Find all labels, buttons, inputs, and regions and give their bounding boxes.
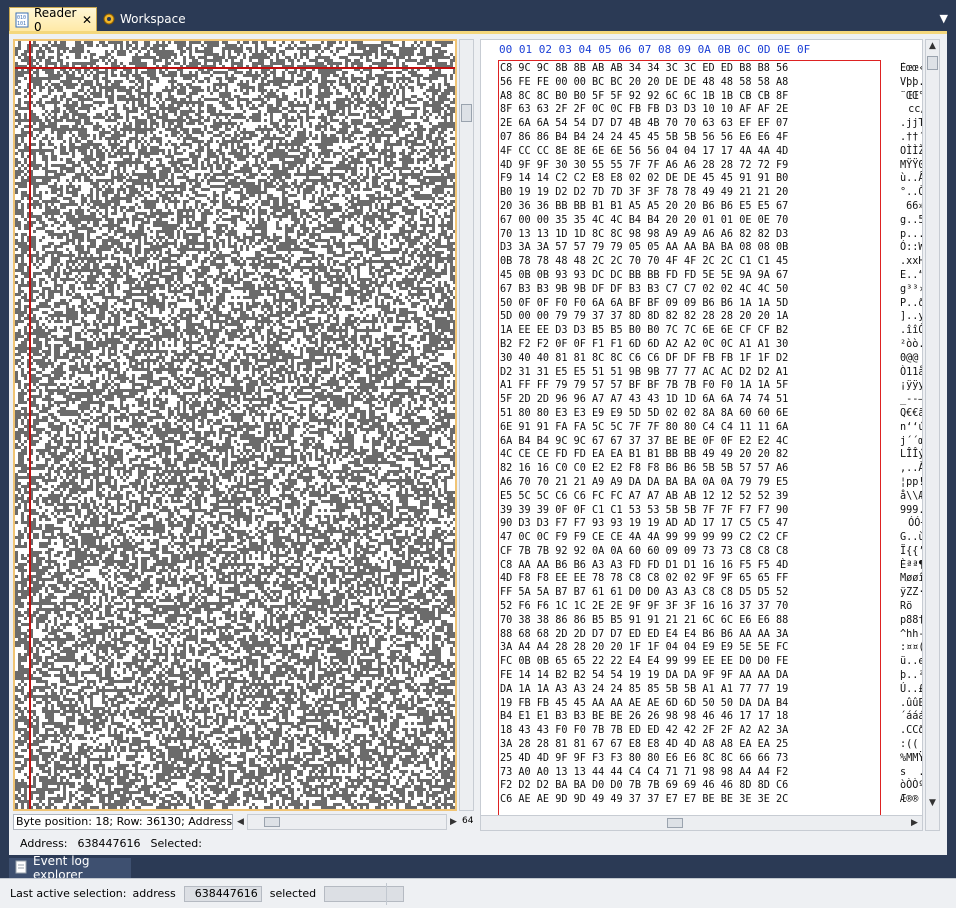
zoom-label: 64 <box>462 816 473 826</box>
hex-horizontal-scrollbar[interactable]: ▶ <box>480 815 923 831</box>
bitmap-vertical-scrollbar[interactable] <box>459 39 474 811</box>
hex-view[interactable]: 00 01 02 03 04 05 06 07 08 09 0A 0B 0C 0… <box>480 39 923 831</box>
status-address-field: 638447616 <box>184 886 262 902</box>
bitmap-hscroll-thumb[interactable] <box>264 817 280 827</box>
bitmap-view[interactable] <box>13 39 457 811</box>
hex-scroll-thumb[interactable] <box>927 56 938 70</box>
binary-file-icon: 010 101 <box>14 12 30 28</box>
gear-icon <box>102 11 116 27</box>
scroll-up-icon[interactable]: ▲ <box>929 41 936 51</box>
status-selected-label: selected <box>270 887 316 900</box>
svg-text:101: 101 <box>17 21 26 27</box>
bitmap-position-row: Byte position: 18; Row: 36130; Address: … <box>13 814 474 832</box>
tab-event-log-explorer[interactable]: Event log explorer <box>9 858 131 878</box>
bitmap-scroll-thumb[interactable] <box>461 104 472 122</box>
reader-document: Byte position: 18; Row: 36130; Address: … <box>9 31 947 855</box>
scroll-right-icon[interactable]: ▶ <box>450 817 457 827</box>
last-selection-label: Last active selection: <box>10 887 127 900</box>
status-bar: Last active selection: address 638447616… <box>0 878 956 908</box>
status-selected-field <box>324 886 404 902</box>
hex-hscroll-thumb[interactable] <box>667 818 683 828</box>
close-icon[interactable]: ✕ <box>82 14 92 26</box>
tab-list-dropdown-icon[interactable]: ▼ <box>940 12 948 25</box>
scroll-down-icon[interactable]: ▼ <box>929 798 936 808</box>
hex-vertical-scrollbar[interactable]: ▲ ▼ <box>925 39 940 831</box>
ascii-column[interactable]: Èœœ‹ Vþþ. ¨ŒŒ° cc/ .jjT .††´ OÌÌŽ MŸŸ0 … <box>900 62 923 807</box>
status-address-label: address <box>133 887 176 900</box>
hex-scroll-right-icon[interactable]: ▶ <box>911 818 918 828</box>
selected-label: Selected: <box>151 837 202 850</box>
scroll-left-icon[interactable]: ◀ <box>237 817 244 827</box>
address-label: Address: <box>20 837 68 850</box>
hex-bytes[interactable]: C8 9C 9C 8B 8B AB AB 34 34 3C 3C ED ED B… <box>500 62 788 807</box>
byte-bitmap-canvas[interactable] <box>15 41 455 809</box>
tab-reader-0[interactable]: 010 101 Reader 0 ✕ <box>9 7 97 31</box>
address-value: 638447616 <box>78 837 141 850</box>
bitmap-horizontal-scrollbar[interactable] <box>247 814 447 830</box>
status-separator <box>386 883 387 905</box>
document-icon <box>15 860 27 877</box>
document-tabstrip: 010 101 Reader 0 ✕ Workspace ▼ <box>0 0 956 32</box>
tab-workspace[interactable]: Workspace <box>98 7 188 31</box>
tab-workspace-label: Workspace <box>120 12 186 26</box>
tab-reader-0-label: Reader 0 <box>34 6 77 34</box>
hex-column-header: 00 01 02 03 04 05 06 07 08 09 0A 0B 0C 0… <box>499 43 810 58</box>
address-line: Address: 638447616 Selected: <box>20 837 206 850</box>
byte-position-field: Byte position: 18; Row: 36130; Address: … <box>13 814 233 830</box>
